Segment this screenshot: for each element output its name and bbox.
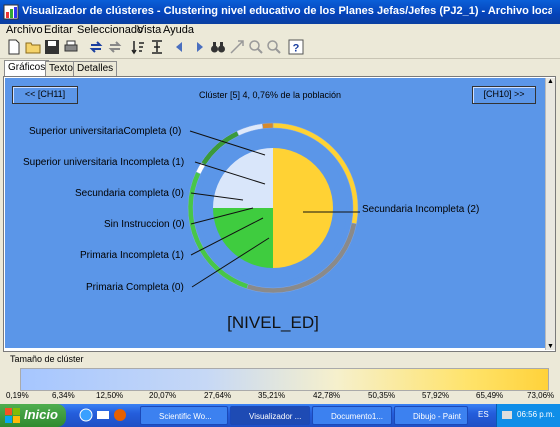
menu-bar: Archivo Editar Seleccionado Vista Ayuda [0,24,560,38]
open-icon[interactable] [25,39,41,55]
size-tick: 73,06% [527,391,555,400]
tab-strip: Gráficos Texto Detalles [0,60,560,77]
save-icon[interactable] [44,39,60,55]
system-tray: 06:56 p.m. [496,404,560,427]
binoculars-icon[interactable] [210,39,226,55]
tab-detalles[interactable]: Detalles [73,61,118,76]
clock: 06:56 p.m. [517,410,555,419]
windows-logo-icon [5,408,20,423]
label-superior-completa: Superior universitariaCompleta (0) [29,126,182,137]
start-button[interactable]: Inicio [0,404,66,427]
window-title: Visualizador de clústeres - Clustering n… [22,5,552,17]
prev-cluster-button[interactable]: << [CH11] [12,86,78,104]
arrow-right-icon[interactable] [191,39,207,55]
quicklaunch-mail-icon[interactable] [96,408,110,422]
refresh-icon[interactable] [88,39,104,55]
label-superior-incompleta: Superior universitaria Incompleta (1) [23,157,185,168]
menu-seleccionado[interactable]: Seleccionado [77,24,143,36]
label-secundaria-completa: Secundaria completa (0) [75,188,184,199]
new-icon[interactable] [6,39,22,55]
menu-ayuda[interactable]: Ayuda [163,24,194,36]
title-bar: Visualizador de clústeres - Clustering n… [0,0,560,24]
menu-vista[interactable]: Vista [137,24,161,36]
swap-icon[interactable] [107,39,123,55]
size-tick: 50,35% [368,391,396,400]
scroll-up-icon[interactable]: ▲ [547,78,554,85]
size-tick: 35,21% [258,391,286,400]
chart-bottom-label: [NIVEL_ED] [227,313,319,332]
zoom-in-icon[interactable] [248,39,264,55]
label-secundaria-incompleta: Secundaria Incompleta (2) [362,204,480,215]
size-tick: 65,49% [476,391,504,400]
taskbar-item-paint[interactable]: Dibujo - Paint [394,406,468,425]
cluster-size-title: Tamaño de clúster [10,354,84,364]
size-tick: 0,19% [6,391,29,400]
network-tray-icon[interactable] [501,409,513,421]
size-tick: 27,64% [204,391,232,400]
help-icon[interactable]: ? [288,39,304,55]
size-tick: 57,92% [422,391,450,400]
svg-text:?: ? [293,43,300,55]
arrow-left-icon[interactable] [172,39,188,55]
print-icon[interactable] [63,39,79,55]
scroll-down-icon[interactable]: ▼ [547,343,554,350]
taskbar: Inicio Scientific Wo... Visualizador ...… [0,404,560,427]
next-cluster-button[interactable]: [CH10] >> [472,86,536,104]
label-primaria-incompleta: Primaria Incompleta (1) [80,250,184,261]
vertical-scrollbar[interactable]: ▲ ▼ [545,78,555,350]
taskbar-item-documento[interactable]: Documento1... [312,406,392,425]
size-tick: 42,78% [313,391,341,400]
start-label: Inicio [24,407,58,422]
quicklaunch-firefox-icon[interactable] [113,408,127,422]
zoom-out-icon[interactable] [266,39,282,55]
menu-archivo[interactable]: Archivo [6,24,43,36]
label-primaria-completa: Primaria Completa (0) [86,282,184,293]
resize-icon[interactable] [229,39,245,55]
outer-ring-segment-6 [262,122,274,129]
size-tick: 20,07% [149,391,177,400]
taskbar-item-visualizador[interactable]: Visualizador ... [230,406,310,425]
filter-icon[interactable] [149,39,165,55]
label-sin-instruccion: Sin Instruccion (0) [104,219,185,230]
quicklaunch-ie-icon[interactable] [79,408,93,422]
outer-ring-segment-5 [236,123,264,136]
language-indicator[interactable]: ES [478,410,489,419]
size-tick: 12,50% [96,391,124,400]
size-tick: 6,34% [52,391,75,400]
taskbar-item-scientific[interactable]: Scientific Wo... [140,406,228,425]
menu-editar[interactable]: Editar [44,24,73,36]
cluster-size-gradient [20,368,549,391]
cluster-size-panel: Tamaño de clúster 0,19% 6,34% 12,50% 20,… [0,352,560,402]
app-icon [3,4,19,20]
toolbar: ? [0,38,560,59]
sort-icon[interactable] [130,39,146,55]
tab-graficos[interactable]: Gráficos [4,60,50,77]
chart-title: Clúster [5] 4, 0,76% de la población [198,90,342,100]
